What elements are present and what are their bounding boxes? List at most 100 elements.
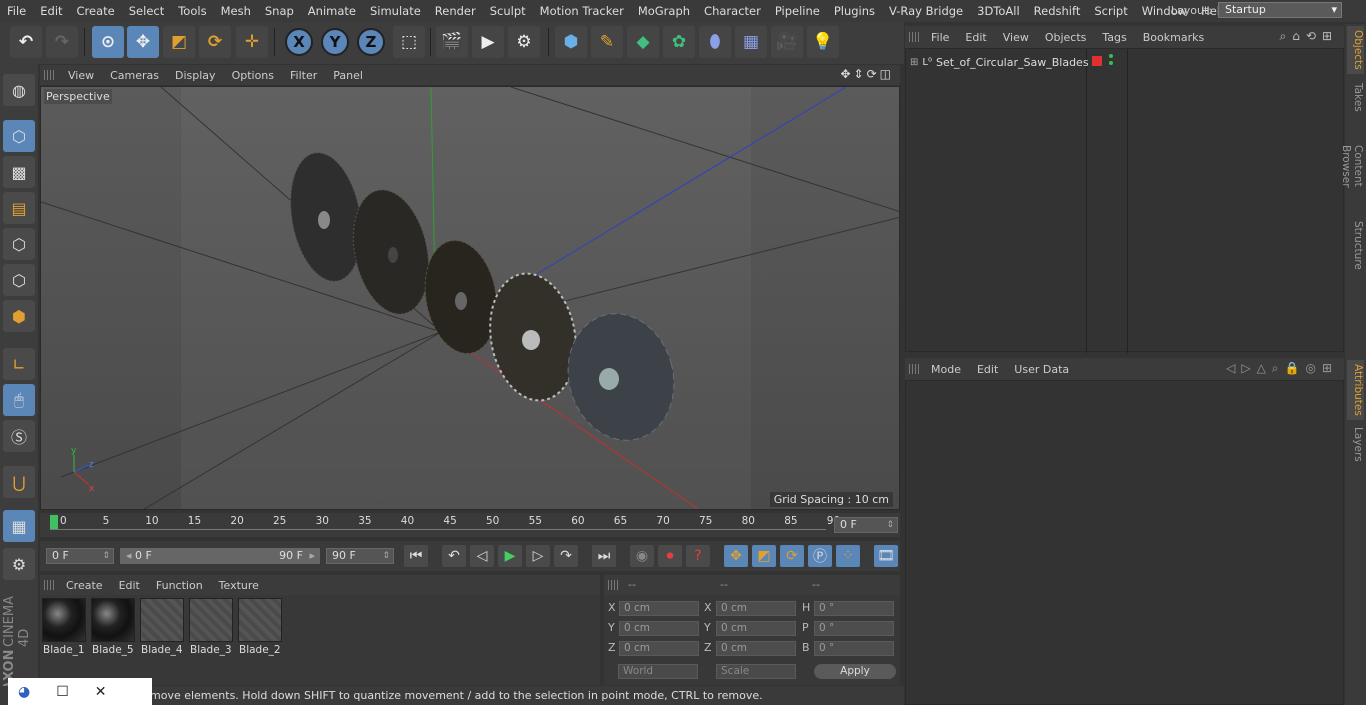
y-axis-lock-button[interactable]: Y xyxy=(321,28,349,56)
play-icon[interactable]: ▶ xyxy=(498,545,522,567)
key-scale-icon[interactable]: ◩ xyxy=(752,545,776,567)
viewport-menu-panel[interactable]: Panel xyxy=(325,69,371,82)
menu-character[interactable]: Character xyxy=(697,4,768,18)
menu-file[interactable]: File xyxy=(0,4,33,18)
attribute-menu-mode[interactable]: Mode xyxy=(923,363,969,376)
playhead[interactable] xyxy=(50,515,58,529)
size-mode-dropdown[interactable]: Scale xyxy=(716,664,796,679)
camera-icon[interactable]: 🎥 xyxy=(771,26,803,58)
editor-visibility-dot[interactable] xyxy=(1109,54,1113,58)
timeline-window-icon[interactable]: 🎞 xyxy=(874,545,898,567)
light-icon[interactable]: 💡 xyxy=(807,26,839,58)
material-swatch-blade-1[interactable] xyxy=(42,598,86,642)
redo-icon[interactable]: ↷ xyxy=(46,26,78,58)
close-icon[interactable]: ✕ xyxy=(95,684,107,700)
size-y-field[interactable]: 0 cm xyxy=(716,621,796,636)
tab-content-browser[interactable]: Content Browser xyxy=(1340,120,1364,212)
menu-plugins[interactable]: Plugins xyxy=(827,4,882,18)
object-menu-view[interactable]: View xyxy=(995,31,1037,44)
menu-redshift[interactable]: Redshift xyxy=(1027,4,1088,18)
expand-icon[interactable]: ⊞ xyxy=(910,57,918,68)
keyframe-selection-icon[interactable]: ? xyxy=(686,545,710,567)
snap-magnet-icon[interactable]: ⋃ xyxy=(3,466,35,498)
live-selection-icon[interactable]: ⊙ xyxy=(92,26,124,58)
key-parameter-icon[interactable]: Ⓟ xyxy=(808,545,832,567)
position-z-field[interactable]: 0 cm xyxy=(619,641,699,656)
x-axis-lock-button[interactable]: X xyxy=(285,28,313,56)
key-point-level-icon[interactable]: ⁘ xyxy=(836,545,860,567)
viewport-menu-options[interactable]: Options xyxy=(224,69,282,82)
key-position-icon[interactable]: ✥ xyxy=(724,545,748,567)
viewport-menu-view[interactable]: View xyxy=(60,69,102,82)
go-to-start-icon[interactable]: ⏮ xyxy=(404,545,428,567)
viewport-menu-display[interactable]: Display xyxy=(167,69,224,82)
material-swatch-blade-2[interactable] xyxy=(238,598,282,642)
viewport-menu-filter[interactable]: Filter xyxy=(282,69,325,82)
menu-script[interactable]: Script xyxy=(1087,4,1134,18)
tab-layers[interactable]: Layers xyxy=(1347,424,1364,464)
render-view-icon[interactable]: 🎬 xyxy=(436,26,468,58)
menu-simulate[interactable]: Simulate xyxy=(363,4,428,18)
minimize-icon[interactable]: ☐ xyxy=(56,684,69,700)
render-visibility-dot[interactable] xyxy=(1109,61,1113,65)
render-picture-viewer-icon[interactable]: ▶ xyxy=(472,26,504,58)
object-name[interactable]: Set_of_Circular_Saw_Blades xyxy=(936,56,1089,69)
size-x-field[interactable]: 0 cm xyxy=(716,601,796,616)
rotate-tool-icon[interactable]: ⟳ xyxy=(199,26,231,58)
object-menu-file[interactable]: File xyxy=(923,31,957,44)
recent-tool-icon[interactable]: ✛ xyxy=(236,26,268,58)
go-to-end-icon[interactable]: ⏭ xyxy=(592,545,616,567)
tab-structure[interactable]: Structure xyxy=(1347,216,1364,274)
record-keys-icon[interactable]: ◉ xyxy=(630,545,654,567)
scale-tool-icon[interactable]: ◩ xyxy=(163,26,195,58)
texture-mode-icon[interactable]: ▩ xyxy=(3,156,35,188)
key-rotation-icon[interactable]: ⟳ xyxy=(780,545,804,567)
attribute-tools-icon[interactable]: ◁▷△⌕🔒◎⊞ xyxy=(1226,361,1338,376)
render-settings-icon[interactable]: ⚙ xyxy=(508,26,540,58)
cloner-icon[interactable]: ✿ xyxy=(663,26,695,58)
material-swatch-blade-4[interactable] xyxy=(140,598,184,642)
object-menu-objects[interactable]: Objects xyxy=(1037,31,1095,44)
menu-mograph[interactable]: MoGraph xyxy=(631,4,697,18)
menu-edit[interactable]: Edit xyxy=(33,4,69,18)
start-frame-field[interactable]: 0 F xyxy=(46,548,114,564)
material-menu-function[interactable]: Function xyxy=(148,579,211,592)
autokey-icon[interactable]: ⏺ xyxy=(658,545,682,567)
attribute-menu-edit[interactable]: Edit xyxy=(969,363,1006,376)
rotation-p-field[interactable]: 0 ° xyxy=(814,621,894,636)
rotation-b-field[interactable]: 0 ° xyxy=(814,641,894,656)
menu-animate[interactable]: Animate xyxy=(301,4,363,18)
tweak-mode-icon[interactable]: 🖱 xyxy=(3,384,35,416)
menu-pipeline[interactable]: Pipeline xyxy=(768,4,827,18)
layout-dropdown[interactable]: Startup xyxy=(1218,2,1342,18)
workplane-lock-icon[interactable]: ▦ xyxy=(3,510,35,542)
material-menu-edit[interactable]: Edit xyxy=(111,579,148,592)
material-swatch-blade-3[interactable] xyxy=(189,598,233,642)
attribute-menu-user-data[interactable]: User Data xyxy=(1006,363,1077,376)
viewport-menu-cameras[interactable]: Cameras xyxy=(102,69,167,82)
object-menu-tags[interactable]: Tags xyxy=(1094,31,1134,44)
next-key-icon[interactable]: ↷ xyxy=(554,545,578,567)
end-frame-field[interactable]: 90 F xyxy=(326,548,394,564)
menu-snap[interactable]: Snap xyxy=(258,4,301,18)
tab-takes[interactable]: Takes xyxy=(1347,78,1364,116)
coordinate-space-dropdown[interactable]: World xyxy=(618,664,698,679)
object-menu-bookmarks[interactable]: Bookmarks xyxy=(1135,31,1212,44)
next-frame-icon[interactable]: ▷ xyxy=(526,545,550,567)
axis-mode-icon[interactable]: ∟ xyxy=(3,348,35,380)
solo-mode-icon[interactable]: Ⓢ xyxy=(3,420,35,452)
layer-color-tag[interactable] xyxy=(1092,56,1102,66)
position-x-field[interactable]: 0 cm xyxy=(619,601,699,616)
tab-attributes[interactable]: Attributes xyxy=(1347,360,1364,420)
menu-select[interactable]: Select xyxy=(122,4,171,18)
menu-mesh[interactable]: Mesh xyxy=(214,4,258,18)
floor-icon[interactable]: ▦ xyxy=(735,26,767,58)
object-row[interactable]: ⊞ L⁰ Set_of_Circular_Saw_Blades xyxy=(910,54,1089,70)
cube-primitive-icon[interactable]: ⬢ xyxy=(555,26,587,58)
edges-mode-icon[interactable]: ⬡ xyxy=(3,264,35,296)
menu-3dtoall[interactable]: 3DToAll xyxy=(970,4,1027,18)
position-y-field[interactable]: 0 cm xyxy=(619,621,699,636)
subdivision-surface-icon[interactable]: ◆ xyxy=(627,26,659,58)
material-menu-texture[interactable]: Texture xyxy=(211,579,267,592)
object-menu-edit[interactable]: Edit xyxy=(957,31,994,44)
